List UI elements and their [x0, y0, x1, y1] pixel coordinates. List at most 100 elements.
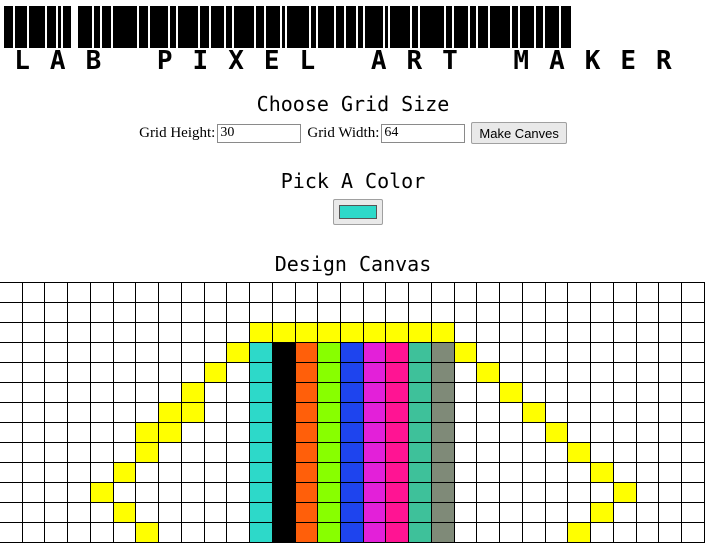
canvas-cell[interactable]: [521, 522, 546, 543]
canvas-cell[interactable]: [635, 362, 660, 383]
canvas-cell[interactable]: [340, 322, 364, 343]
canvas-cell[interactable]: [180, 462, 205, 483]
canvas-cell[interactable]: [180, 402, 205, 423]
canvas-cell[interactable]: [21, 442, 46, 463]
canvas-cell[interactable]: [385, 342, 410, 363]
canvas-cell[interactable]: [430, 382, 455, 403]
canvas-cell[interactable]: [362, 462, 387, 483]
canvas-cell[interactable]: [180, 442, 205, 463]
canvas-cell[interactable]: [44, 342, 69, 363]
canvas-cell[interactable]: [681, 422, 705, 443]
canvas-cell[interactable]: [67, 462, 91, 483]
canvas-cell[interactable]: [67, 402, 91, 423]
canvas-cell[interactable]: [521, 402, 546, 423]
canvas-cell[interactable]: [180, 282, 205, 303]
canvas-cell[interactable]: [44, 402, 69, 423]
canvas-cell[interactable]: [612, 302, 637, 323]
canvas-cell[interactable]: [453, 362, 478, 383]
canvas-cell[interactable]: [340, 402, 364, 423]
canvas-cell[interactable]: [385, 302, 410, 323]
canvas-cell[interactable]: [635, 422, 660, 443]
canvas-cell[interactable]: [180, 322, 205, 343]
canvas-cell[interactable]: [0, 502, 23, 523]
canvas-cell[interactable]: [135, 422, 160, 443]
canvas-cell[interactable]: [0, 442, 23, 463]
canvas-cell[interactable]: [362, 502, 387, 523]
canvas-cell[interactable]: [499, 382, 523, 403]
canvas-cell[interactable]: [362, 322, 387, 343]
canvas-cell[interactable]: [271, 422, 296, 443]
canvas-cell[interactable]: [658, 342, 683, 363]
canvas-cell[interactable]: [294, 502, 319, 523]
canvas-cell[interactable]: [362, 342, 387, 363]
canvas-cell[interactable]: [453, 302, 478, 323]
canvas-cell[interactable]: [249, 322, 273, 343]
canvas-cell[interactable]: [21, 282, 46, 303]
canvas-cell[interactable]: [158, 322, 182, 343]
canvas-cell[interactable]: [453, 402, 478, 423]
canvas-cell[interactable]: [203, 522, 228, 543]
canvas-cell[interactable]: [567, 422, 592, 443]
canvas-cell[interactable]: [658, 282, 683, 303]
canvas-cell[interactable]: [203, 282, 228, 303]
canvas-cell[interactable]: [544, 482, 569, 503]
canvas-cell[interactable]: [476, 482, 501, 503]
canvas-cell[interactable]: [476, 422, 501, 443]
canvas-cell[interactable]: [203, 442, 228, 463]
canvas-cell[interactable]: [203, 382, 228, 403]
canvas-cell[interactable]: [271, 382, 296, 403]
canvas-cell[interactable]: [317, 322, 342, 343]
canvas-cell[interactable]: [135, 442, 160, 463]
canvas-cell[interactable]: [681, 362, 705, 383]
canvas-cell[interactable]: [567, 482, 592, 503]
canvas-cell[interactable]: [499, 402, 523, 423]
canvas-cell[interactable]: [612, 342, 637, 363]
canvas-cell[interactable]: [612, 322, 637, 343]
canvas-cell[interactable]: [294, 302, 319, 323]
canvas-cell[interactable]: [590, 462, 614, 483]
canvas-cell[interactable]: [135, 362, 160, 383]
canvas-cell[interactable]: [21, 462, 46, 483]
canvas-cell[interactable]: [430, 462, 455, 483]
canvas-cell[interactable]: [180, 522, 205, 543]
canvas-cell[interactable]: [21, 402, 46, 423]
canvas-cell[interactable]: [249, 302, 273, 323]
canvas-cell[interactable]: [112, 342, 137, 363]
canvas-cell[interactable]: [658, 442, 683, 463]
canvas-cell[interactable]: [135, 342, 160, 363]
canvas-cell[interactable]: [681, 342, 705, 363]
canvas-cell[interactable]: [203, 402, 228, 423]
canvas-cell[interactable]: [385, 522, 410, 543]
canvas-cell[interactable]: [499, 462, 523, 483]
canvas-cell[interactable]: [44, 282, 69, 303]
canvas-cell[interactable]: [317, 362, 342, 383]
canvas-cell[interactable]: [226, 382, 251, 403]
canvas-cell[interactable]: [135, 502, 160, 523]
canvas-cell[interactable]: [612, 402, 637, 423]
canvas-cell[interactable]: [430, 482, 455, 503]
canvas-cell[interactable]: [521, 422, 546, 443]
canvas-cell[interactable]: [612, 522, 637, 543]
grid-width-input[interactable]: [381, 123, 466, 143]
canvas-cell[interactable]: [294, 482, 319, 503]
canvas-cell[interactable]: [226, 522, 251, 543]
color-picker[interactable]: [333, 199, 383, 225]
canvas-cell[interactable]: [430, 322, 455, 343]
canvas-cell[interactable]: [340, 462, 364, 483]
canvas-cell[interactable]: [590, 402, 614, 423]
canvas-cell[interactable]: [476, 522, 501, 543]
canvas-cell[interactable]: [249, 382, 273, 403]
canvas-cell[interactable]: [317, 382, 342, 403]
canvas-cell[interactable]: [294, 342, 319, 363]
canvas-cell[interactable]: [681, 382, 705, 403]
canvas-cell[interactable]: [180, 422, 205, 443]
canvas-cell[interactable]: [203, 462, 228, 483]
canvas-cell[interactable]: [612, 362, 637, 383]
canvas-cell[interactable]: [499, 322, 523, 343]
canvas-cell[interactable]: [453, 462, 478, 483]
canvas-cell[interactable]: [271, 322, 296, 343]
canvas-cell[interactable]: [67, 442, 91, 463]
canvas-cell[interactable]: [385, 422, 410, 443]
canvas-cell[interactable]: [385, 442, 410, 463]
canvas-cell[interactable]: [249, 362, 273, 383]
